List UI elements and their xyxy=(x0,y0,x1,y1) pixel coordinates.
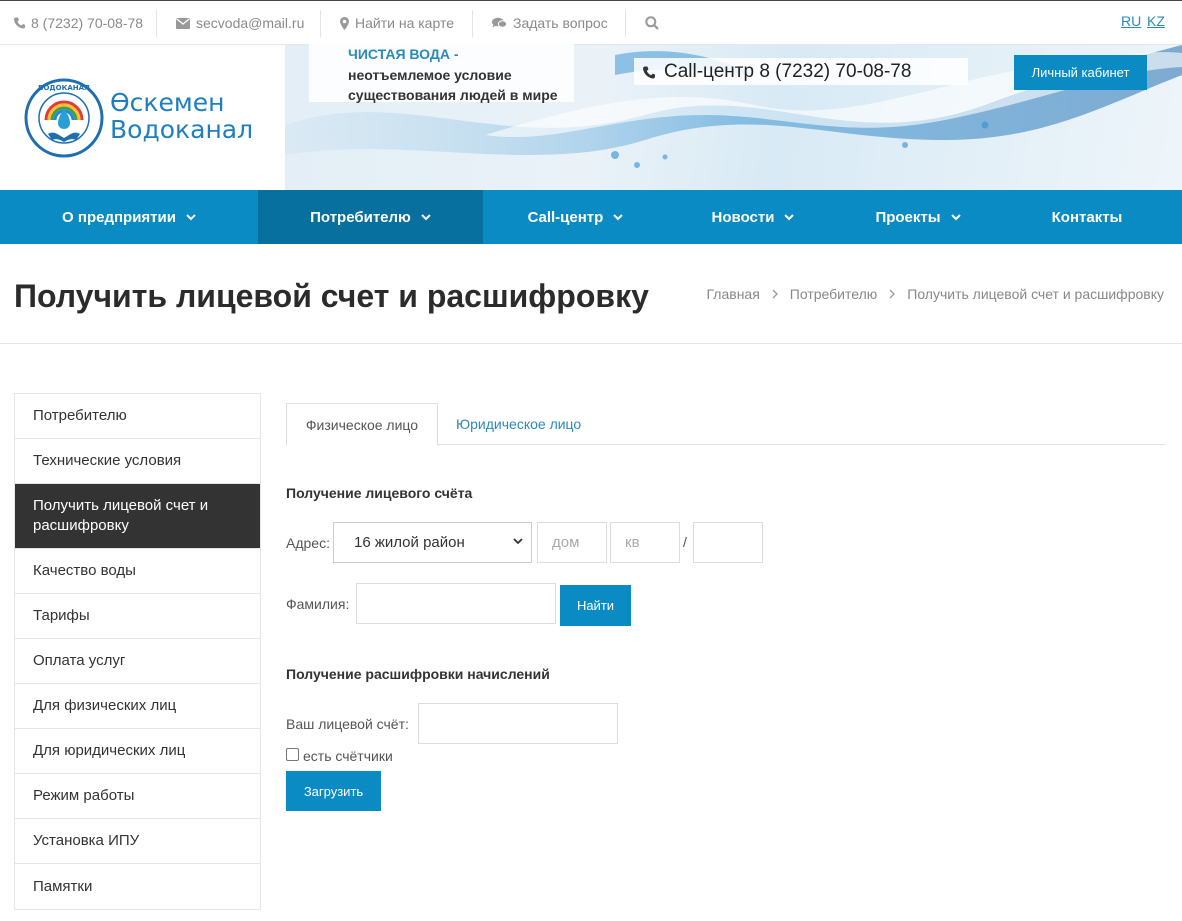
surname-label: Фамилия: xyxy=(286,596,350,612)
lang-kz-link[interactable]: KZ xyxy=(1147,13,1165,29)
topbar-map-link[interactable]: Найти на карте xyxy=(340,1,454,45)
nav-item-projects[interactable]: Проекты xyxy=(838,190,998,244)
account-number-label: Ваш лицевой счёт: xyxy=(286,716,409,732)
chevron-right-icon xyxy=(772,289,778,299)
chevron-down-icon xyxy=(513,538,523,545)
logo-line1: Өскемен xyxy=(110,88,225,117)
logo-line2: Водоканал xyxy=(110,115,254,144)
chevron-down-icon xyxy=(950,213,961,220)
envelope-icon xyxy=(176,17,190,29)
sidebar-item-water-quality[interactable]: Качество воды xyxy=(15,549,260,594)
house-input[interactable]: дом xyxy=(537,522,607,563)
nav-item-news[interactable]: Новости xyxy=(668,190,838,244)
chevron-down-icon xyxy=(613,213,624,220)
decode-section-title: Получение расшифровки начислений xyxy=(286,666,550,682)
topbar-email[interactable]: secvoda@mail.ru xyxy=(176,1,304,45)
sidebar-item-consumer[interactable]: Потребителю xyxy=(15,394,260,439)
person-type-tabs: Физическое лицо Юридическое лицо xyxy=(286,403,1165,446)
topbar-ask-text: Задать вопрос xyxy=(513,15,608,31)
topbar-email-text: secvoda@mail.ru xyxy=(196,15,305,31)
nav-item-about[interactable]: О предприятии xyxy=(0,190,258,244)
chevron-right-icon xyxy=(889,289,896,299)
breadcrumb-consumer[interactable]: Потребителю xyxy=(790,286,877,302)
search-icon xyxy=(645,16,659,30)
main-nav: О предприятии Потребителю Call-центр Нов… xyxy=(0,190,1182,244)
sidebar-item-payment[interactable]: Оплата услуг xyxy=(15,639,260,684)
apartment-placeholder: кв xyxy=(625,534,640,551)
breadcrumb-current: Получить лицевой счет и расшифровку xyxy=(907,286,1164,302)
address-label: Адрес: xyxy=(286,535,330,551)
top-bar: 8 (7232) 70-08-78 secvoda@mail.ru Найти … xyxy=(0,0,1182,45)
load-button[interactable]: Загрузить xyxy=(286,771,381,811)
find-button[interactable]: Найти xyxy=(560,585,631,626)
breadcrumb-home[interactable]: Главная xyxy=(707,286,760,302)
chevron-down-icon xyxy=(784,213,795,220)
topbar-map-text: Найти на карте xyxy=(355,15,454,31)
slash-separator: / xyxy=(683,534,687,550)
page-title: Получить лицевой счет и расшифровку xyxy=(14,278,649,314)
lang-ru-link[interactable]: RU xyxy=(1121,13,1141,29)
nav-label: Новости xyxy=(711,208,775,226)
topbar-phone-text: 8 (7232) 70-08-78 xyxy=(31,15,144,31)
call-center[interactable]: Call-центр 8 (7232) 70-08-78 xyxy=(643,61,911,83)
apartment-input[interactable]: кв xyxy=(610,522,680,563)
nav-label: Call-центр xyxy=(527,208,604,226)
sidebar-item-meter-install[interactable]: Установка ИПУ xyxy=(15,819,260,864)
meters-label: есть счётчики xyxy=(303,748,393,764)
page-header: Получить лицевой счет и расшифровку Глав… xyxy=(0,244,1182,344)
call-center-text: Call-центр 8 (7232) 70-08-78 xyxy=(664,61,912,82)
sidebar-item-tariffs[interactable]: Тарифы xyxy=(15,594,260,639)
topbar-ask-link[interactable]: Задать вопрос xyxy=(492,1,608,45)
slogan-title: ЧИСТАЯ ВОДА - xyxy=(348,46,459,62)
chat-bubbles-icon xyxy=(492,17,507,28)
slogan-line2: существования людей в мире xyxy=(348,87,558,103)
account-section-title: Получение лицевого счёта xyxy=(286,485,473,501)
sidebar-item-work-hours[interactable]: Режим работы xyxy=(15,774,260,819)
chevron-down-icon xyxy=(421,213,431,220)
breadcrumb: Главная Потребителю Получить лицевой сче… xyxy=(707,286,1165,302)
sidebar-menu: Потребителю Технические условия Получить… xyxy=(14,393,261,910)
svg-text:ВОДОКАНАЛ: ВОДОКАНАЛ xyxy=(38,84,90,92)
site-header: ВОДОКАНАЛ Өскемен Водоканал xyxy=(0,45,1182,190)
sidebar-item-memos[interactable]: Памятки xyxy=(15,864,260,909)
personal-cabinet-button[interactable]: Личный кабинет xyxy=(1014,55,1147,90)
nav-item-call-center[interactable]: Call-центр xyxy=(483,190,668,244)
sidebar-item-get-account[interactable]: Получить лицевой счет и расшифровку xyxy=(15,484,260,549)
nav-item-consumer[interactable]: Потребителю xyxy=(258,190,483,244)
vodokanal-logo[interactable]: ВОДОКАНАЛ xyxy=(24,78,104,158)
chevron-down-icon xyxy=(186,213,196,220)
apartment-suffix-input[interactable] xyxy=(693,522,763,563)
slogan-subtitle: неотъемлемое условие существования людей… xyxy=(348,65,558,105)
nav-item-contacts[interactable]: Контакты xyxy=(998,190,1176,244)
tab-legal[interactable]: Юридическое лицо xyxy=(440,403,597,445)
nav-label: О предприятии xyxy=(62,208,176,226)
tab-individual[interactable]: Физическое лицо xyxy=(286,403,438,446)
account-number-input[interactable] xyxy=(418,703,618,744)
map-marker-icon xyxy=(340,16,349,30)
phone-icon xyxy=(643,66,655,78)
nav-label: Контакты xyxy=(1051,208,1123,226)
surname-input[interactable] xyxy=(356,583,556,624)
district-select[interactable]: 16 жилой район xyxy=(333,522,532,563)
topbar-phone[interactable]: 8 (7232) 70-08-78 xyxy=(14,1,143,45)
sidebar-item-individuals[interactable]: Для физических лиц xyxy=(15,684,260,729)
phone-icon xyxy=(14,17,25,29)
district-select-value: 16 жилой район xyxy=(354,534,465,551)
sidebar-item-legal-entities[interactable]: Для юридических лиц xyxy=(15,729,260,774)
nav-label: Проекты xyxy=(875,208,941,226)
house-placeholder: дом xyxy=(552,534,580,551)
nav-label: Потребителю xyxy=(310,208,411,226)
sidebar-item-technical-conditions[interactable]: Технические условия xyxy=(15,439,260,484)
search-button[interactable] xyxy=(645,1,665,45)
meters-checkbox[interactable] xyxy=(286,748,299,761)
slogan-line1: неотъемлемое условие xyxy=(348,67,512,83)
logo-wordmark[interactable]: Өскемен Водоканал xyxy=(110,89,253,143)
